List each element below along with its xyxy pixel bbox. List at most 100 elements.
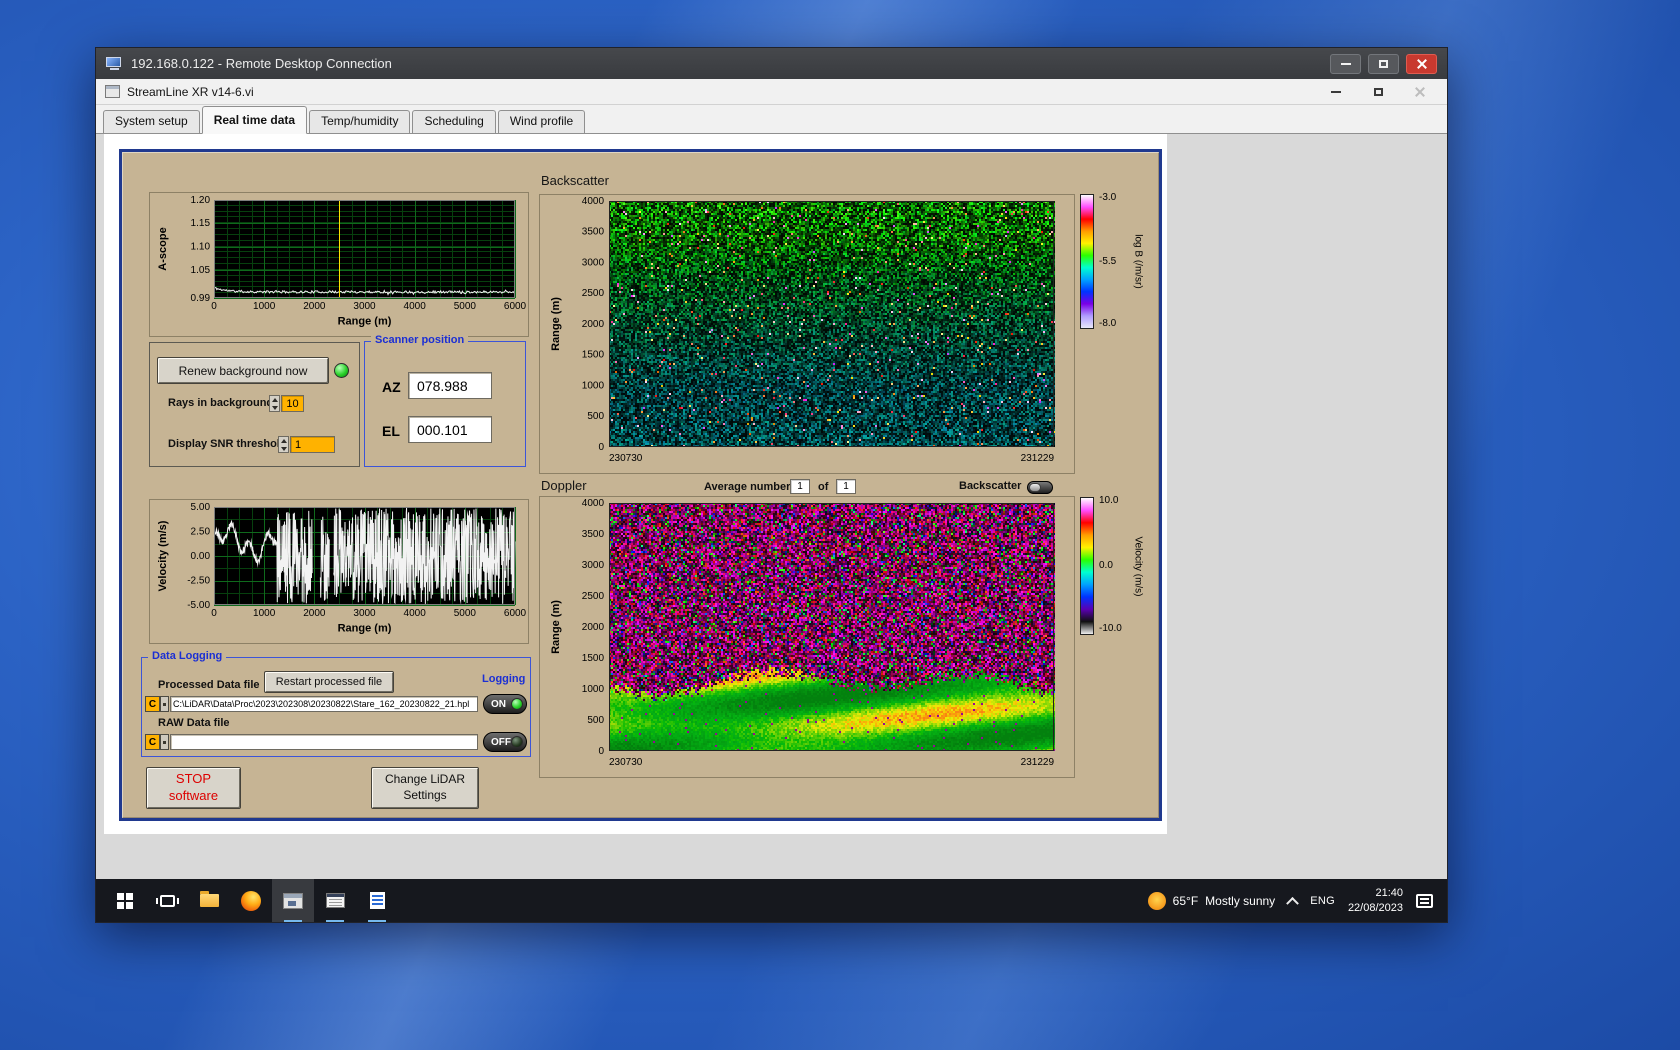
rays-in-background-label: Rays in background [168, 397, 274, 409]
task-view-icon [155, 894, 179, 907]
restart-processed-file-button[interactable]: Restart processed file [264, 671, 394, 693]
backscatter-heatmap [539, 194, 1075, 474]
tray-expand-icon[interactable] [1286, 896, 1300, 910]
control-panel: Backscatter Doppler Renew background now… [119, 149, 1162, 821]
action-center-icon[interactable] [1416, 893, 1433, 908]
data-logging-group: Data Logging Processed Data file Restart… [141, 650, 531, 757]
weather-desc: Mostly sunny [1205, 893, 1276, 908]
rdp-window: 192.168.0.122 - Remote Desktop Connectio… [95, 47, 1448, 923]
tab-system-setup[interactable]: System setup [103, 110, 200, 133]
tab-temp-humidity[interactable]: Temp/humidity [309, 110, 411, 133]
weather-temp: 65°F [1172, 893, 1199, 908]
tab-scheduling[interactable]: Scheduling [412, 110, 496, 133]
change-lidar-settings-button[interactable]: Change LiDAR Settings [371, 767, 479, 809]
tab-real-time-data[interactable]: Real time data [201, 106, 308, 134]
rdp-window-title: 192.168.0.122 - Remote Desktop Connectio… [131, 56, 392, 71]
scan-scheduler-app-button[interactable] [314, 879, 356, 922]
raw-data-file-label: RAW Data file [158, 717, 230, 729]
doppler-section-label: Doppler [541, 478, 587, 493]
ascope-graph [149, 192, 529, 337]
windows-logo-icon [117, 892, 133, 909]
processed-drive-button[interactable]: C [145, 696, 160, 712]
el-value[interactable]: 000.101 [408, 416, 492, 443]
snr-value[interactable]: 1 [290, 436, 335, 453]
vi-restore-button[interactable] [1365, 82, 1391, 102]
labview-app-icon [283, 892, 303, 909]
doppler-cbar-tick-max: 10.0 [1099, 495, 1119, 506]
doppler-colorbar [1080, 497, 1094, 635]
weather-sun-icon [1147, 891, 1166, 910]
restart-processed-file-label: Restart processed file [275, 676, 383, 688]
doppler-heatmap [539, 496, 1075, 778]
average-total-field[interactable]: 1 [836, 479, 856, 494]
backscatter-cbar-tick-max: -3.0 [1099, 192, 1117, 203]
processed-data-file-label: Processed Data file [158, 679, 260, 691]
scanner-position-title: Scanner position [371, 334, 469, 346]
vi-window-title: StreamLine XR v14-6.vi [127, 84, 254, 99]
raw-path-field[interactable] [170, 734, 478, 750]
clock-date: 22/08/2023 [1347, 901, 1403, 914]
velocity-plot [150, 500, 528, 643]
snr-spinner[interactable] [278, 436, 289, 453]
processed-browse-button[interactable] [160, 696, 169, 712]
velocity-graph [149, 499, 529, 644]
backscatter-toggle-label: Backscatter [959, 480, 1022, 492]
renew-background-button[interactable]: Renew background now [157, 357, 329, 384]
background-led [334, 363, 349, 378]
taskbar-clock[interactable]: 21:40 22/08/2023 [1348, 886, 1403, 916]
rdp-restore-button[interactable] [1368, 53, 1399, 74]
rays-spinner[interactable] [269, 395, 280, 412]
raw-logging-toggle[interactable]: OFF [483, 732, 527, 752]
vi-close-button[interactable] [1407, 82, 1433, 102]
tab-strip: System setup Real time data Temp/humidit… [96, 105, 1447, 134]
backscatter-plot [540, 195, 1074, 473]
rdp-titlebar[interactable]: 192.168.0.122 - Remote Desktop Connectio… [96, 48, 1447, 79]
backscatter-section-label: Backscatter [541, 173, 609, 188]
folder-icon [199, 891, 219, 907]
file-explorer-button[interactable] [188, 879, 230, 922]
rdp-close-button[interactable] [1406, 53, 1437, 74]
scan-scheduler-icon [325, 893, 345, 908]
rdp-minimize-button[interactable] [1330, 53, 1361, 74]
tab-wind-profile[interactable]: Wind profile [497, 110, 586, 133]
vi-minimize-button[interactable] [1323, 82, 1349, 102]
sn r-threshold-label: Display SNR threshold [168, 438, 287, 450]
change-button-line2: Settings [403, 788, 447, 802]
rays-value[interactable]: 10 [281, 395, 304, 412]
labview-app-button[interactable] [272, 879, 314, 922]
document-app-icon [369, 892, 385, 909]
change-button-line1: Change LiDAR [384, 772, 466, 787]
vi-titlebar[interactable]: StreamLine XR v14-6.vi [96, 79, 1447, 105]
background-controls-group: Renew background now Rays in background … [149, 342, 360, 467]
doppler-plot [540, 497, 1074, 777]
raw-browse-button[interactable] [160, 734, 169, 750]
scanner-position-group: Scanner position AZ 078.988 EL 000.101 [364, 334, 526, 467]
average-count-field[interactable]: 1 [790, 479, 810, 494]
backscatter-display-toggle[interactable] [1027, 481, 1053, 494]
processed-path-field[interactable]: C:\LiDAR\Data\Proc\2023\202308\20230822\… [170, 696, 478, 712]
doppler-colorbar-label: Velocity (m/s) [1132, 535, 1144, 597]
off-label: OFF [491, 736, 511, 748]
backscatter-colorbar [1080, 194, 1094, 329]
document-app-button[interactable] [356, 879, 398, 922]
firefox-button[interactable] [230, 879, 272, 922]
logging-label: Logging [482, 673, 526, 685]
on-label: ON [491, 698, 506, 710]
remote-desktop: StreamLine XR v14-6.vi System setup Real… [96, 79, 1447, 922]
doppler-cbar-tick-min: -10.0 [1099, 623, 1122, 634]
el-label: EL [382, 423, 400, 439]
az-label: AZ [382, 379, 401, 395]
start-button[interactable] [104, 879, 146, 922]
processed-logging-toggle[interactable]: ON [483, 694, 527, 714]
task-view-button[interactable] [146, 879, 188, 922]
stop-software-button[interactable]: STOP software [146, 767, 241, 809]
renew-background-label: Renew background now [178, 363, 308, 378]
raw-drive-button[interactable]: C [145, 734, 160, 750]
taskbar-weather[interactable]: 65°F Mostly sunny [1147, 891, 1276, 910]
az-value[interactable]: 078.988 [408, 372, 492, 399]
front-panel: Backscatter Doppler Renew background now… [104, 134, 1167, 834]
taskbar: 65°F Mostly sunny ENG 21:40 22/08/2023 [96, 879, 1447, 922]
firefox-icon [241, 890, 261, 911]
stop-button-line2: software [168, 788, 219, 803]
language-indicator[interactable]: ENG [1310, 895, 1335, 907]
